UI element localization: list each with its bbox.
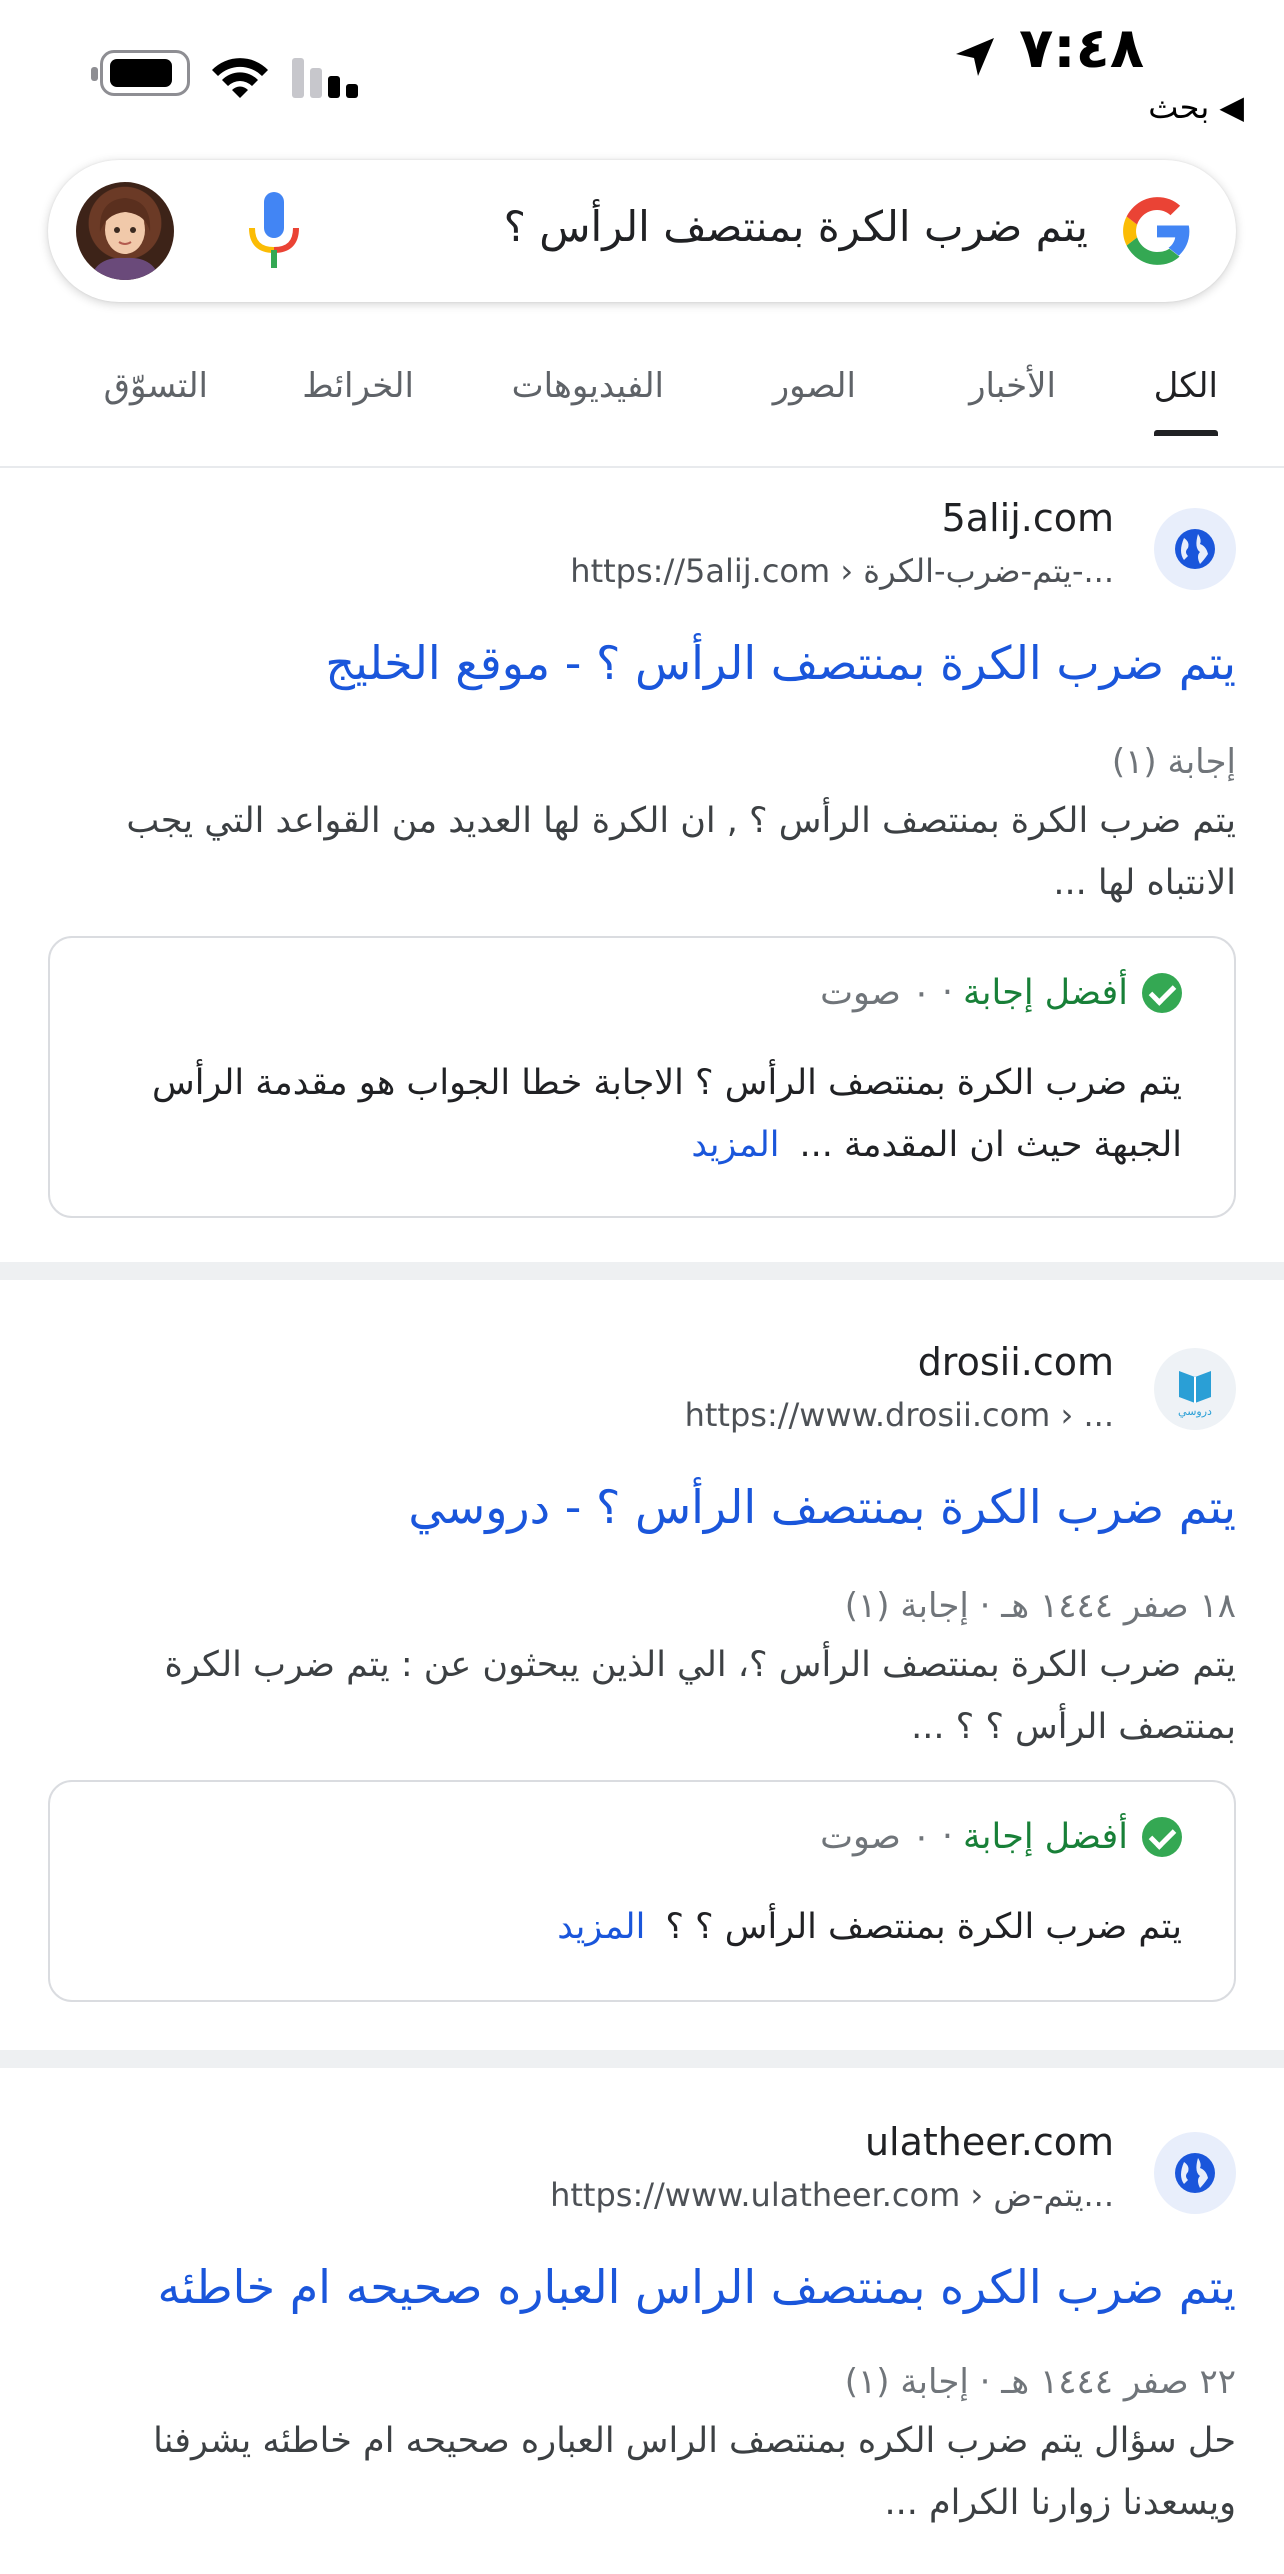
result-snippet: يتم ضرب الكرة بمنتصف الرأس ؟، الي الذين … xyxy=(164,1645,1236,1747)
cellular-signal-icon xyxy=(292,56,362,98)
microphone-icon[interactable] xyxy=(244,190,304,272)
globe-icon xyxy=(1154,508,1236,590)
tab-label: الخرائط xyxy=(302,366,414,406)
active-tab-indicator xyxy=(1153,430,1218,436)
result-site-name[interactable]: 5alij.com xyxy=(942,496,1114,540)
best-answer-header: أفضل إجابة· ٠ صوت xyxy=(820,1816,1182,1857)
best-answer-box[interactable]: أفضل إجابة· ٠ صوت يتم ضرب الكرة بمنتصف ا… xyxy=(48,1780,1236,2002)
tab-images[interactable]: الصور xyxy=(773,366,856,406)
more-link[interactable]: المزيد xyxy=(557,1907,645,1947)
best-answer-box[interactable]: أفضل إجابة· ٠ صوت يتم ضرب الكرة بمنتصف ا… xyxy=(48,936,1236,1218)
result-meta: ٢٢ صفر ١٤٤٤ هـ · إجابة (١) xyxy=(844,2362,1236,2402)
search-bar[interactable]: يتم ضرب الكرة بمنتصف الرأس ؟ xyxy=(48,160,1236,302)
search-result: 5alij.com https://5alij.com › يتم-ضرب-ال… xyxy=(0,468,1284,1218)
best-answer-text: يتم ضرب الكرة بمنتصف الرأس ؟ ؟ المزيد xyxy=(102,1896,1182,1958)
result-snippet: حل سؤال يتم ضرب الكره بمنتصف الراس العبا… xyxy=(153,2421,1236,2523)
status-bar: ٧:٤٨ ◀ بحث xyxy=(0,0,1284,140)
search-query-text[interactable]: يتم ضرب الكرة بمنتصف الرأس ؟ xyxy=(504,202,1088,251)
tab-label: الأخبار xyxy=(969,366,1056,406)
search-tabs: الكل الأخبار الصور الفيديوهات الخرائط ال… xyxy=(0,340,1284,436)
result-meta: إجابة (١) xyxy=(1111,742,1236,782)
result-site-name[interactable]: ulatheer.com xyxy=(865,2120,1114,2164)
best-answer-label: أفضل إجابة xyxy=(963,1817,1128,1857)
votes-count: · ٠ صوت xyxy=(820,973,954,1013)
location-arrow-icon xyxy=(956,38,994,76)
votes-count: · ٠ صوت xyxy=(820,1817,954,1857)
result-title-link[interactable]: يتم ضرب الكره بمنتصف الراس العباره صحيحه… xyxy=(157,2260,1236,2314)
search-result: دروسي drosii.com https://www.drosii.com … xyxy=(0,1280,1284,2002)
more-link[interactable]: المزيد xyxy=(691,1125,779,1165)
battery-icon xyxy=(91,50,190,96)
tab-videos[interactable]: الفيديوهات xyxy=(512,366,664,406)
google-logo-icon xyxy=(1123,197,1190,265)
result-meta: ١٨ صفر ١٤٤٤ هـ · إجابة (١) xyxy=(844,1586,1236,1626)
result-url[interactable]: https://5alij.com › يتم-ضرب-الكرة-... xyxy=(570,552,1114,590)
check-circle-icon xyxy=(1142,973,1182,1013)
tab-shopping[interactable]: التسوّق xyxy=(104,366,208,406)
check-circle-icon xyxy=(1142,1817,1182,1857)
clock-time: ٧:٤٨ xyxy=(1019,16,1144,81)
search-result: ulatheer.com https://www.ulatheer.com › … xyxy=(0,2068,1284,2574)
results-divider xyxy=(0,1262,1284,1280)
result-snippet: يتم ضرب الكرة بمنتصف الرأس ؟ , ان الكرة … xyxy=(126,801,1236,903)
answer-body: يتم ضرب الكرة بمنتصف الرأس ؟ الاجابة خطا… xyxy=(152,1063,1182,1165)
result-url[interactable]: https://www.drosii.com › ... xyxy=(685,1396,1114,1434)
profile-avatar[interactable] xyxy=(76,182,174,280)
tab-maps[interactable]: الخرائط xyxy=(302,366,414,406)
tab-all[interactable]: الكل xyxy=(1153,366,1218,436)
tab-news[interactable]: الأخبار xyxy=(969,366,1056,406)
favicon-text: دروسي xyxy=(1178,1405,1212,1418)
globe-icon xyxy=(1154,2132,1236,2214)
result-title-link[interactable]: يتم ضرب الكرة بمنتصف الرأس ؟ - موقع الخل… xyxy=(325,636,1236,690)
back-to-search-link[interactable]: ◀ بحث xyxy=(1148,88,1244,126)
answer-body: يتم ضرب الكرة بمنتصف الرأس ؟ ؟ xyxy=(665,1907,1182,1947)
site-favicon-icon: دروسي xyxy=(1154,1348,1236,1430)
tab-label: الكل xyxy=(1153,366,1218,406)
results-divider xyxy=(0,2050,1284,2068)
result-site-name[interactable]: drosii.com xyxy=(918,1340,1114,1384)
wifi-icon xyxy=(212,58,268,98)
best-answer-label: أفضل إجابة xyxy=(963,973,1128,1013)
best-answer-header: أفضل إجابة· ٠ صوت xyxy=(820,972,1182,1013)
tab-label: الفيديوهات xyxy=(511,366,664,406)
best-answer-text: يتم ضرب الكرة بمنتصف الرأس ؟ الاجابة خطا… xyxy=(102,1052,1182,1176)
result-url[interactable]: https://www.ulatheer.com › يتم-ض... xyxy=(550,2176,1114,2214)
result-title-link[interactable]: يتم ضرب الكرة بمنتصف الرأس ؟ - دروسي xyxy=(408,1480,1236,1534)
tab-label: التسوّق xyxy=(103,366,208,406)
tab-label: الصور xyxy=(772,366,856,406)
